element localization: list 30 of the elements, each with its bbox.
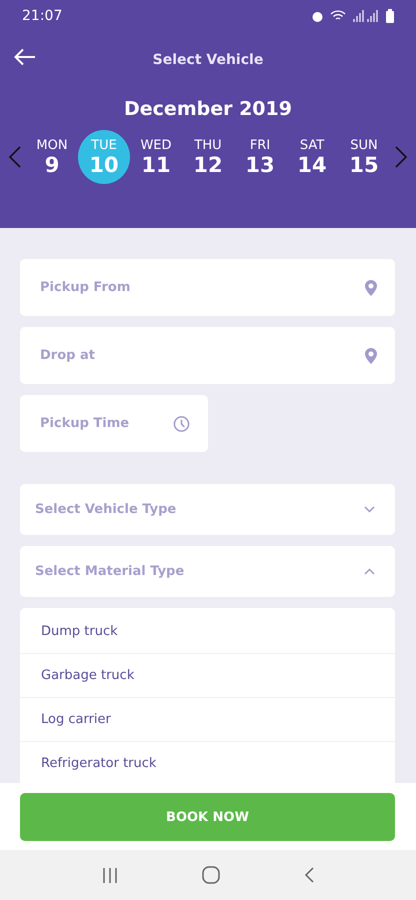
recent-apps-icon[interactable] — [102, 868, 118, 882]
status-time: 21:07 — [22, 8, 62, 24]
month-title: December 2019 — [124, 98, 292, 120]
option-item[interactable]: Garbage truck — [20, 654, 395, 698]
clock-icon — [173, 415, 190, 432]
chevron-down-icon — [364, 506, 375, 513]
back-button[interactable] — [12, 46, 38, 68]
option-item[interactable]: Log carrier — [20, 698, 395, 742]
chevron-right-icon — [395, 146, 407, 168]
input-field[interactable]: Pickup Time — [20, 395, 208, 452]
screen-title: Select Vehicle — [152, 52, 264, 68]
location-pin-icon — [365, 280, 377, 296]
day-button[interactable]: SUN 15 — [338, 130, 390, 184]
option-item[interactable]: Dump truck — [20, 610, 395, 654]
wifi-icon — [330, 10, 346, 22]
back-icon[interactable] — [304, 867, 314, 883]
day-button[interactable]: THU 12 — [182, 130, 234, 184]
location-pin-icon — [365, 348, 377, 364]
home-icon[interactable] — [202, 866, 220, 884]
day-button[interactable]: FRI 13 — [234, 130, 286, 184]
battery-icon — [386, 9, 394, 23]
day-button[interactable]: MON 9 — [26, 130, 78, 184]
signal-icon — [352, 10, 380, 22]
day-button[interactable]: WED 11 — [130, 130, 182, 184]
input-field[interactable]: Pickup From — [20, 259, 395, 316]
chevron-up-icon — [364, 568, 375, 575]
day-button[interactable]: SAT 14 — [286, 130, 338, 184]
input-field[interactable]: Drop at — [20, 327, 395, 384]
chevron-left-icon — [9, 146, 21, 168]
back-arrow-icon — [14, 48, 36, 66]
